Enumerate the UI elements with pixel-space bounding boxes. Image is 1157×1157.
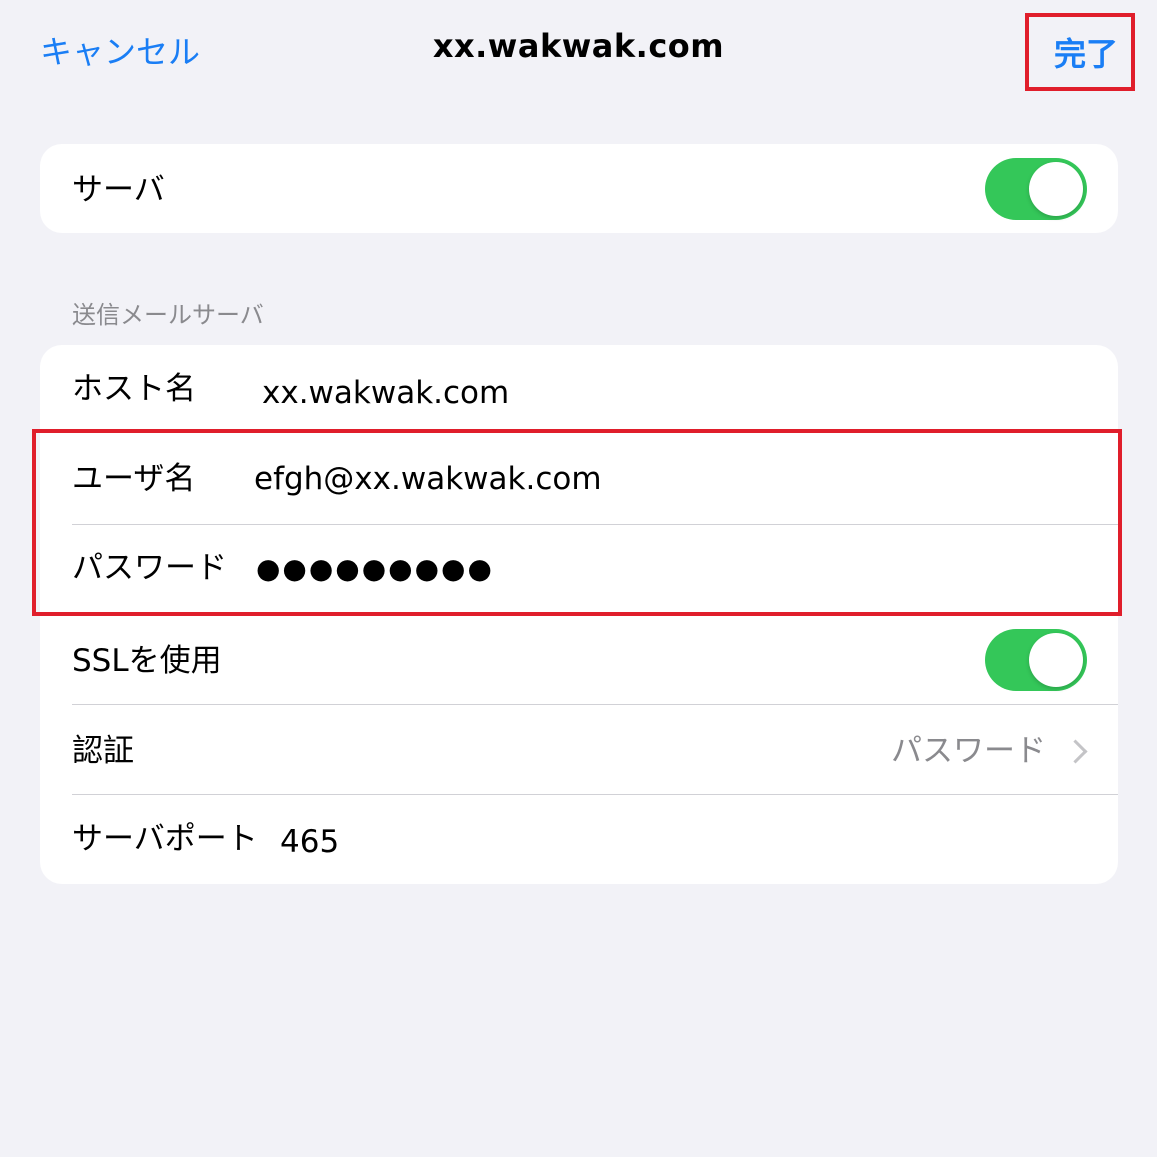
username-label: ユーザ名 bbox=[72, 461, 196, 497]
page-title: xx.wakwak.com bbox=[432, 27, 725, 65]
username-row[interactable]: ユーザ名 efgh@xx.wakwak.com bbox=[40, 435, 1118, 525]
section-header-outgoing: 送信メールサーバ bbox=[72, 301, 264, 329]
toggle-knob bbox=[1029, 633, 1083, 687]
ssl-row: SSLを使用 bbox=[40, 615, 1118, 705]
server-card: サーバ bbox=[40, 144, 1118, 233]
chevron-right-icon bbox=[1063, 739, 1088, 764]
server-label: サーバ bbox=[72, 172, 165, 208]
host-row[interactable]: ホスト名 xx.wakwak.com bbox=[40, 345, 1118, 435]
host-label: ホスト名 bbox=[72, 371, 196, 407]
server-row: サーバ bbox=[40, 144, 1118, 233]
password-field[interactable]: ●●●●●●●●● bbox=[256, 549, 494, 589]
auth-row[interactable]: 認証 パスワード bbox=[40, 705, 1118, 795]
ssl-toggle[interactable] bbox=[985, 629, 1087, 691]
auth-label: 認証 bbox=[72, 733, 134, 769]
toggle-knob bbox=[1029, 162, 1083, 216]
port-row[interactable]: サーバポート 465 bbox=[40, 795, 1118, 884]
done-button[interactable]: 完了 bbox=[1054, 34, 1118, 74]
username-field[interactable]: efgh@xx.wakwak.com bbox=[254, 459, 602, 499]
password-row[interactable]: パスワード ●●●●●●●●● bbox=[40, 525, 1118, 615]
port-label: サーバポート bbox=[72, 821, 258, 857]
server-toggle[interactable] bbox=[985, 158, 1087, 220]
ssl-label: SSLを使用 bbox=[72, 643, 222, 679]
password-label: パスワード bbox=[72, 550, 227, 586]
outgoing-server-card: ホスト名 xx.wakwak.com ユーザ名 efgh@xx.wakwak.c… bbox=[40, 345, 1118, 884]
auth-value: パスワード bbox=[891, 733, 1046, 769]
host-field[interactable]: xx.wakwak.com bbox=[262, 373, 509, 413]
port-field[interactable]: 465 bbox=[280, 822, 339, 862]
